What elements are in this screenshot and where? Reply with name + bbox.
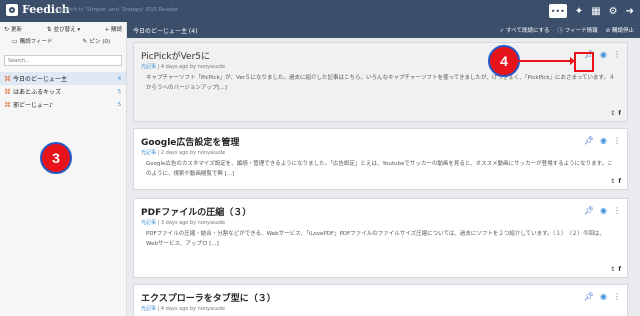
facebook-icon[interactable]: f (618, 178, 621, 185)
sort-icon: ⇅ (46, 25, 52, 33)
article-date-author: | 3 days ago by nonyasude (156, 220, 226, 226)
rss-logo-icon (6, 3, 18, 16)
feed-item[interactable]: ⌘ はあとふるキッズ 5 (0, 85, 126, 98)
feed-item[interactable]: ⌘ 今日のどーじょー主 4 (0, 72, 126, 85)
article-date-author: | 4 days ago by nonyasude (156, 306, 226, 312)
grid-icon[interactable]: ▦ (591, 4, 600, 18)
article-category[interactable]: 光記事 (141, 150, 156, 156)
article-title[interactable]: エクスプローラをタブ型に（３） (141, 291, 276, 304)
add-feed-label: + 購読 (104, 27, 122, 33)
feed-unread-count: 5 (117, 88, 121, 95)
more-menu-icon[interactable]: ⋮ (613, 292, 621, 301)
subscribed-feeds-label: 購読フィード (19, 39, 53, 45)
article-meta: 光記事 | 4 days ago by nonyasude (141, 63, 225, 70)
eye-icon[interactable]: ◉ (600, 206, 607, 215)
twitter-icon[interactable]: 𝕥 (611, 110, 614, 117)
article-card[interactable]: エクスプローラをタブ型に（３） 光記事 | 4 days ago by nony… (133, 284, 628, 316)
annotation-marker-3: 3 (40, 142, 72, 174)
article-summary: PDFファイルの圧縮・結合・分割などができる、Webサービス、「iLovePDF… (146, 231, 605, 247)
feed-title: 今日のどーじょー主 (4) (133, 28, 198, 35)
unsubscribe-button[interactable]: ⊘ 購読停止 (606, 26, 634, 34)
sidebar: ↻更新 ⇅並び替え ▾ + 購読 ▭購読フィード ✎ピン (0) ⌘ 今日のどー… (0, 22, 127, 316)
article-card[interactable]: PicPickがVer5に 光記事 | 4 days ago by nonyas… (133, 42, 628, 122)
article-date-author: | 4 days ago by nonyasude (156, 64, 226, 70)
rss-feed-icon: ⌘ (4, 87, 11, 96)
logout-icon[interactable]: ➜ (626, 4, 634, 18)
article-category[interactable]: 光記事 (141, 64, 156, 70)
run-icon[interactable]: ✦ (575, 4, 583, 18)
feed-unread-count: 5 (117, 101, 121, 108)
article-category[interactable]: 光記事 (141, 220, 156, 226)
article-title[interactable]: Google広告設定を管理 (141, 135, 239, 148)
facebook-icon[interactable]: f (618, 266, 621, 273)
feed-header-bar: 今日のどーじょー主 (4) ✓ すべて既読にする ⓘ フィード情報 ⊘ 購読停止 (127, 22, 640, 38)
eye-icon[interactable]: ◉ (600, 136, 607, 145)
feed-label: 邪どーじょー♪ (13, 102, 53, 109)
article-actions: 📌︎ ◉ ⋮ (584, 136, 621, 145)
article-summary: Google広告のカスタマイズ設定を、編続・管理できるようになりました。「広告設… (146, 161, 613, 177)
refresh-label: 更新 (11, 27, 23, 33)
pin-icon[interactable]: 📌︎ (584, 136, 594, 145)
annotation-highlight-box (574, 52, 594, 72)
more-menu-icon[interactable]: ⋮ (613, 136, 621, 145)
feed-unread-count: 4 (117, 75, 121, 82)
article-title[interactable]: PicPickがVer5に (141, 49, 210, 62)
feed-label: 今日のどーじょー主 (13, 76, 68, 83)
article-card[interactable]: Google広告設定を管理 光記事 | 2 days ago by nonyas… (133, 128, 628, 190)
pin-icon[interactable]: 📌︎ (584, 292, 594, 301)
feed-item[interactable]: ⌘ 邪どーじょー♪ 5 (0, 98, 126, 111)
settings-icon[interactable]: ⚙ (609, 4, 618, 18)
feed-icon: ▭ (12, 37, 18, 45)
feed-label: はあとふるキッズ (13, 89, 62, 96)
article-meta: 光記事 | 4 days ago by nonyasude (141, 305, 225, 312)
rss-feed-icon: ⌘ (4, 100, 11, 109)
article-actions: 📌︎ ◉ ⋮ (584, 206, 621, 215)
top-navbar: Feedich Feedich is 'Simple' and 'Snappy'… (0, 0, 640, 22)
sort-button[interactable]: ⇅ 並び替え ▾ (46, 25, 81, 34)
article-category[interactable]: 光記事 (141, 306, 156, 312)
subscribed-feeds-button[interactable]: ▭ 購読フィード (12, 37, 53, 46)
pin-icon: ✎ (82, 37, 88, 45)
share-buttons: 𝕥 f (611, 266, 621, 273)
sidebar-toolbar-1: ↻ 更新 ⇅ 並び替え ▾ + 購読 (0, 22, 126, 34)
eye-icon[interactable]: ◉ (600, 292, 607, 301)
share-buttons: 𝕥 f (611, 110, 621, 117)
pin-icon[interactable]: 📌︎ (584, 206, 594, 215)
article-title[interactable]: PDFファイルの圧縮（３） (141, 205, 251, 218)
pinned-label: ピン (0) (89, 39, 110, 45)
article-card[interactable]: PDFファイルの圧縮（３） 光記事 | 3 days ago by nonyas… (133, 198, 628, 278)
share-buttons: 𝕥 f (611, 178, 621, 185)
refresh-button[interactable]: ↻ 更新 (4, 25, 23, 34)
feed-info-button[interactable]: ⓘ フィード情報 (558, 26, 598, 34)
rss-feed-icon: ⌘ (4, 74, 11, 83)
sort-label: 並び替え ▾ (53, 27, 81, 33)
search-input[interactable] (4, 55, 122, 66)
article-summary: キャプチャーソフト「PicPick」が、Ver５になりました。過去に紹介した記事… (146, 75, 615, 91)
article-date-author: | 2 days ago by nonyasude (156, 150, 226, 156)
feed-actions: ✓ すべて既読にする ⓘ フィード情報 ⊘ 購読停止 (500, 26, 634, 34)
pinned-button[interactable]: ✎ ピン (0) (82, 37, 110, 46)
annotation-arrow (514, 57, 575, 65)
sidebar-toolbar-2: ▭ 購読フィード ✎ ピン (0) (0, 34, 126, 46)
brand-tagline: Feedich is 'Simple' and 'Snappy' RSS Rea… (56, 7, 180, 13)
article-meta: 光記事 | 3 days ago by nonyasude (141, 219, 225, 226)
twitter-icon[interactable]: 𝕥 (611, 178, 614, 185)
feed-list: ⌘ 今日のどーじょー主 4 ⌘ はあとふるキッズ 5 ⌘ 邪どーじょー♪ 5 (0, 72, 126, 111)
mark-all-read-button[interactable]: ✓ すべて既読にする (500, 26, 550, 34)
user-menu-icon[interactable]: ••• (548, 4, 567, 18)
main-panel: 今日のどーじょー主 (4) ✓ すべて既読にする ⓘ フィード情報 ⊘ 購読停止… (127, 22, 640, 316)
eye-icon[interactable]: ◉ (600, 50, 607, 59)
nav-actions: ••• ✦ ▦ ⚙ ➜ (548, 4, 634, 18)
refresh-icon: ↻ (4, 25, 10, 33)
more-menu-icon[interactable]: ⋮ (613, 50, 621, 59)
add-feed-button[interactable]: + 購読 (105, 25, 122, 33)
article-actions: 📌︎ ◉ ⋮ (584, 292, 621, 301)
facebook-icon[interactable]: f (618, 110, 621, 117)
more-menu-icon[interactable]: ⋮ (613, 206, 621, 215)
twitter-icon[interactable]: 𝕥 (611, 266, 614, 273)
article-meta: 光記事 | 2 days ago by nonyasude (141, 149, 225, 156)
